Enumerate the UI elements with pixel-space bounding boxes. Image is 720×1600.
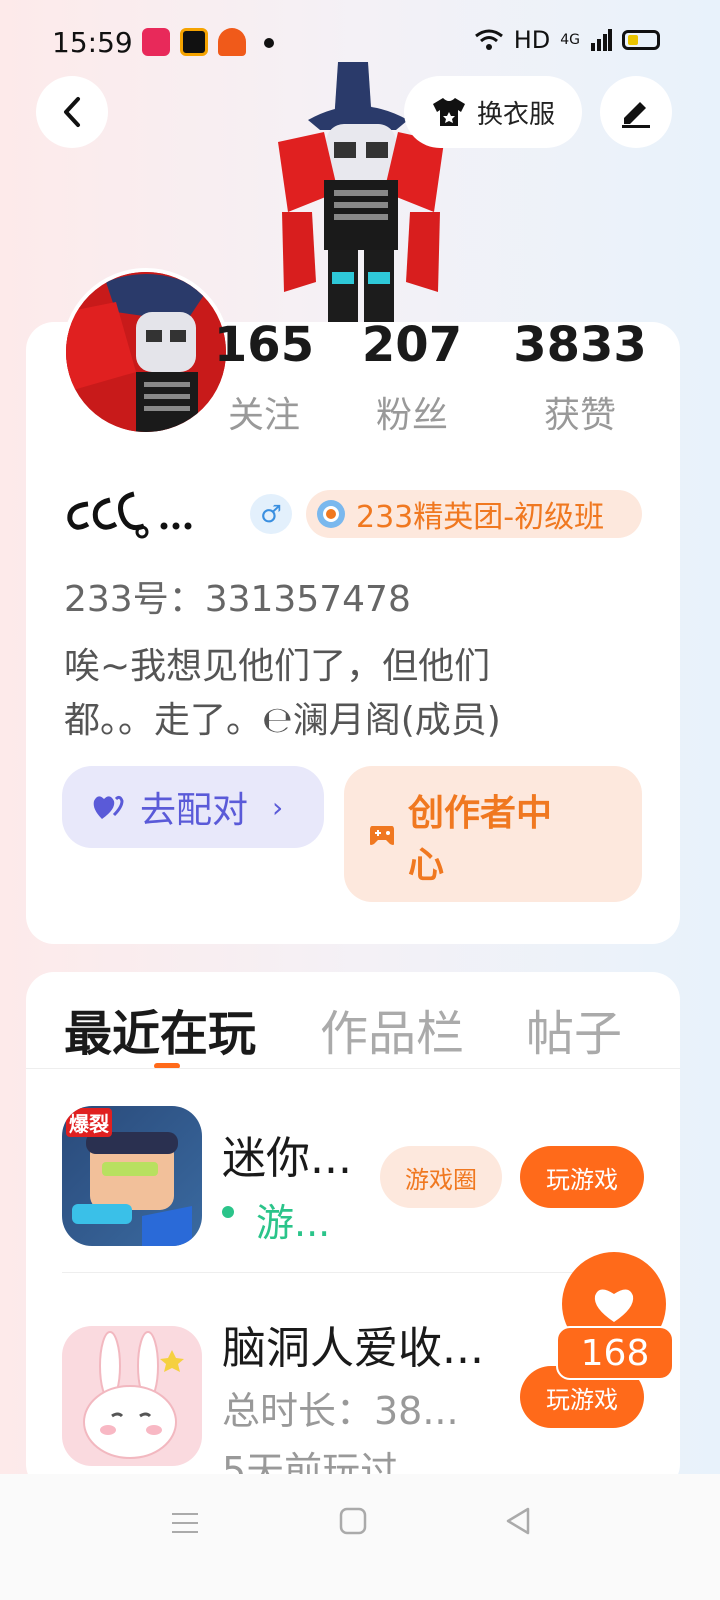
hearts-icon	[93, 795, 124, 819]
wifi-icon	[474, 29, 503, 50]
avatar-image	[66, 272, 226, 432]
game-title-2[interactable]: 脑洞人爱收...	[222, 1312, 484, 1376]
robot-app-icon	[218, 28, 246, 56]
name-glyph	[67, 491, 192, 539]
stat-following-value: 165	[213, 317, 315, 373]
gamepad-icon	[370, 826, 394, 845]
bio-line-2: 都。。走了。℮澜月阁(成员)	[64, 700, 501, 741]
change-clothes-label: 换衣服	[476, 99, 555, 130]
chevron-right-icon: ›	[272, 790, 284, 824]
stat-likes-value: 3833	[513, 317, 647, 373]
chevron-left-icon	[64, 97, 80, 127]
status-time: 15:59	[52, 26, 133, 59]
male-gender-icon: ♂	[250, 494, 292, 534]
o-app-icon	[180, 28, 208, 56]
video-app-icon	[142, 28, 170, 56]
game-icon-bunny[interactable]	[62, 1326, 202, 1466]
game-icon-mini-world[interactable]: 爆裂	[62, 1106, 202, 1246]
medal-icon	[317, 500, 345, 528]
play-game-button[interactable]: 玩游戏	[520, 1146, 644, 1208]
tab-posts[interactable]: 帖子	[526, 994, 622, 1064]
match-button[interactable]: 去配对 ›	[62, 766, 324, 848]
stat-likes[interactable]: 3833 获赞	[508, 318, 652, 438]
match-label: 去配对	[140, 790, 249, 831]
stat-followers-label: 粉丝	[375, 395, 448, 436]
stat-likes-label: 获赞	[543, 395, 616, 436]
back-button[interactable]	[36, 76, 108, 148]
game-status: 游...	[256, 1201, 331, 1245]
online-status-icon	[222, 1206, 234, 1218]
change-clothes-button[interactable]: 换衣服	[404, 76, 582, 148]
badge-text: 233精英团-初级班	[356, 500, 605, 535]
user-name	[64, 486, 196, 550]
row-divider	[62, 1272, 654, 1273]
creator-center-button[interactable]: 创作者中心	[344, 766, 642, 902]
game-title[interactable]: 迷你...	[222, 1122, 352, 1186]
signal-label: 4G	[560, 32, 580, 48]
membership-badge[interactable]: 233精英团-初级班	[306, 490, 642, 538]
avatar[interactable]	[62, 268, 230, 436]
notification-dot	[264, 38, 274, 48]
game-last-played: 5天前玩过	[222, 1449, 399, 1474]
game-icon-label: 爆裂	[66, 1108, 112, 1137]
game-circle-button[interactable]: 游戏圈	[380, 1146, 502, 1208]
status-right: HD 4G	[474, 26, 660, 54]
stat-following[interactable]: 165 关注	[214, 318, 314, 438]
network-type: HD	[513, 26, 551, 54]
menu-icon[interactable]	[170, 1508, 200, 1538]
back-nav-icon[interactable]	[504, 1506, 534, 1536]
game-total-time: 总时长：38...	[222, 1389, 459, 1433]
stat-followers-value: 207	[361, 317, 463, 373]
like-count: 168	[556, 1326, 674, 1380]
creator-label: 创作者中心	[408, 793, 553, 886]
stat-following-label: 关注	[227, 395, 300, 436]
battery-icon	[622, 30, 660, 50]
tshirt-icon	[432, 98, 465, 126]
edit-button[interactable]	[600, 76, 672, 148]
user-id: 233号：331357478	[64, 579, 411, 620]
stat-followers[interactable]: 207 粉丝	[362, 318, 462, 438]
system-nav-bar	[0, 1474, 720, 1600]
pen-icon	[622, 102, 650, 128]
user-bio: 唉~我想见他们了，但他们 都。。走了。℮澜月阁(成员)	[64, 640, 604, 748]
signal-icon	[591, 29, 612, 51]
heart-icon	[594, 1289, 634, 1322]
home-icon[interactable]	[338, 1506, 368, 1536]
tabs-divider	[26, 1068, 680, 1069]
bio-line-1: 唉~我想见他们了，但他们	[64, 646, 491, 687]
tab-works[interactable]: 作品栏	[320, 994, 464, 1064]
tab-recently-played[interactable]: 最近在玩	[64, 994, 256, 1064]
bunny-icon	[83, 1331, 184, 1459]
